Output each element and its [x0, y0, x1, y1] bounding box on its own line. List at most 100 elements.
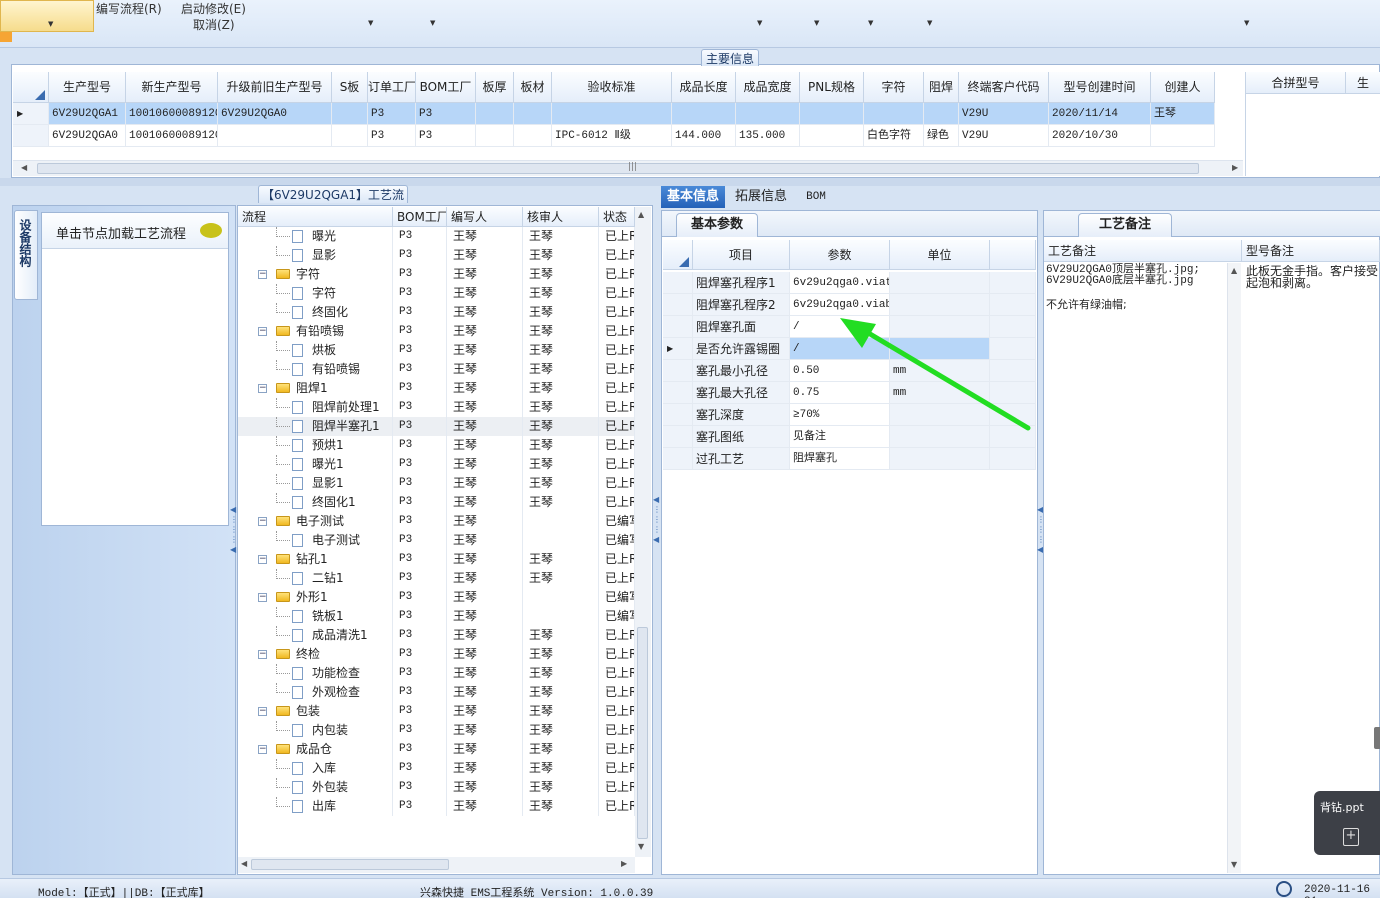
- column-header[interactable]: 核审人: [523, 207, 599, 227]
- tree-row[interactable]: −成品仓P3王琴王琴已上RA: [238, 740, 635, 759]
- param-value[interactable]: 6v29u2qga0.viat: [790, 272, 890, 294]
- file-popup[interactable]: 背钻.ppt +: [1314, 791, 1380, 855]
- tree-row[interactable]: −有铅喷锡P3王琴王琴已上RA: [238, 322, 635, 341]
- toolbar-selected-box[interactable]: [0, 0, 94, 32]
- column-header[interactable]: 终端客户代码: [959, 72, 1049, 103]
- table-cell[interactable]: 10010600089120: [126, 125, 218, 147]
- tree-row[interactable]: −字符P3王琴王琴已上RA: [238, 265, 635, 284]
- tree-node[interactable]: 铣板1: [238, 607, 393, 626]
- collapse-icon[interactable]: −: [258, 384, 267, 393]
- collapse-icon[interactable]: −: [258, 517, 267, 526]
- side-handle[interactable]: [1374, 727, 1380, 749]
- menu-cancel[interactable]: 取消(Z): [193, 16, 235, 33]
- row-indicator[interactable]: [663, 294, 693, 316]
- tree-node[interactable]: − 阻焊1: [238, 379, 393, 398]
- column-header[interactable]: 流程: [238, 207, 393, 227]
- menu-start-modify[interactable]: 启动修改(E): [181, 0, 246, 17]
- column-header[interactable]: 新生产型号: [126, 72, 218, 103]
- tree-row[interactable]: −阻焊1P3王琴王琴已上RA: [238, 379, 635, 398]
- table-cell[interactable]: 144.000: [672, 125, 736, 147]
- process-hscrollbar[interactable]: ◀ ▶: [238, 857, 635, 873]
- table-cell[interactable]: [736, 103, 800, 125]
- chevron-down-icon[interactable]: ▼: [430, 19, 435, 27]
- column-header[interactable]: BOM工厂: [393, 207, 447, 227]
- tree-node[interactable]: 曝光1: [238, 455, 393, 474]
- row-indicator[interactable]: [663, 382, 693, 404]
- tree-node[interactable]: 预烘1: [238, 436, 393, 455]
- table-cell[interactable]: 2020/10/30: [1049, 125, 1151, 147]
- column-header[interactable]: 成品长度: [672, 72, 736, 103]
- table-cell[interactable]: [332, 125, 368, 147]
- tree-node[interactable]: − 有铅喷锡: [238, 322, 393, 341]
- tree-node[interactable]: 阻焊半塞孔1: [238, 417, 393, 436]
- tree-row[interactable]: 电子测试 P3王琴 已编写: [238, 531, 635, 550]
- table-cell[interactable]: P3: [368, 125, 416, 147]
- scroll-up-icon[interactable]: ▲: [1231, 266, 1237, 275]
- table-cell[interactable]: [924, 103, 959, 125]
- scroll-right-icon[interactable]: ▶: [621, 859, 627, 868]
- column-header[interactable]: PNL规格: [800, 72, 864, 103]
- tree-row[interactable]: 有铅喷锡P3王琴王琴已上RA: [238, 360, 635, 379]
- tree-row[interactable]: 曝光P3王琴王琴已上RA: [238, 227, 635, 246]
- tree-row[interactable]: 内包装P3王琴王琴已上RA: [238, 721, 635, 740]
- scroll-thumb[interactable]: [251, 859, 449, 870]
- table-cell[interactable]: 2020/11/14: [1049, 103, 1151, 125]
- tree-row[interactable]: 预烘1P3王琴王琴已上RA: [238, 436, 635, 455]
- table-cell[interactable]: IPC-6012 Ⅱ级: [552, 125, 672, 147]
- row-indicator[interactable]: [663, 448, 693, 470]
- tab-process-notes[interactable]: 工艺备注: [1078, 213, 1172, 237]
- side-splitter[interactable]: ◀ ⋮ ⋮ ⋮ ◀: [230, 505, 238, 575]
- collapse-icon[interactable]: −: [258, 707, 267, 716]
- column-header[interactable]: 状态: [599, 207, 635, 227]
- scroll-thumb[interactable]: |||: [37, 162, 1199, 174]
- tree-row[interactable]: − 外形1 P3王琴 已编写: [238, 588, 635, 607]
- tree-row[interactable]: −终检P3王琴王琴已上RA: [238, 645, 635, 664]
- table-cell[interactable]: 6V29U2QGA1: [49, 103, 126, 125]
- tree-row[interactable]: 入库P3王琴王琴已上RA: [238, 759, 635, 778]
- table-cell[interactable]: [514, 103, 552, 125]
- column-header[interactable]: 成品宽度: [736, 72, 800, 103]
- chevron-down-icon[interactable]: ▼: [927, 19, 932, 27]
- tree-row[interactable]: 显影P3王琴王琴已上RA: [238, 246, 635, 265]
- tree-node[interactable]: 外观检查: [238, 683, 393, 702]
- tree-node[interactable]: 外包装: [238, 778, 393, 797]
- chevron-down-icon[interactable]: ▼: [757, 19, 762, 27]
- chevron-down-icon[interactable]: ▼: [1244, 19, 1249, 27]
- scroll-down-icon[interactable]: ▼: [638, 842, 644, 851]
- column-header[interactable]: 型号创建时间: [1049, 72, 1151, 103]
- column-header[interactable]: 板材: [514, 72, 552, 103]
- tree-row[interactable]: 二钻1P3王琴王琴已上RA: [238, 569, 635, 588]
- tab-basic-params[interactable]: 基本参数: [676, 213, 758, 237]
- table-cell[interactable]: P3: [368, 103, 416, 125]
- column-header[interactable]: 订单工厂: [368, 72, 416, 103]
- tree-row[interactable]: −钻孔1P3王琴王琴已上RA: [238, 550, 635, 569]
- table-cell[interactable]: 135.000: [736, 125, 800, 147]
- table-cell[interactable]: P3: [416, 125, 476, 147]
- column-header[interactable]: 项目: [693, 240, 790, 270]
- tree-row[interactable]: − 电子测试 P3王琴 已编写: [238, 512, 635, 531]
- tree-node[interactable]: 出库: [238, 797, 393, 816]
- column-header[interactable]: 编写人: [447, 207, 523, 227]
- load-flow-hint[interactable]: 单击节点加载工艺流程: [42, 213, 228, 249]
- chevron-down-icon[interactable]: ▼: [868, 19, 873, 27]
- table-cell[interactable]: P3: [416, 103, 476, 125]
- tree-row[interactable]: 外观检查P3王琴王琴已上RA: [238, 683, 635, 702]
- collapse-icon[interactable]: −: [258, 745, 267, 754]
- tree-row[interactable]: −包装P3王琴王琴已上RA: [238, 702, 635, 721]
- column-header[interactable]: BOM工厂: [416, 72, 476, 103]
- tree-row[interactable]: 终固化1P3王琴王琴已上RA: [238, 493, 635, 512]
- tree-node[interactable]: 终固化: [238, 303, 393, 322]
- chevron-down-icon[interactable]: ▼: [814, 19, 819, 27]
- param-value[interactable]: 阻焊塞孔: [790, 448, 890, 470]
- tree-node[interactable]: − 外形1: [238, 588, 393, 607]
- table-cell[interactable]: [1151, 125, 1215, 147]
- tree-row[interactable]: 终固化P3王琴王琴已上RA: [238, 303, 635, 322]
- scroll-left-icon[interactable]: ◀: [21, 163, 27, 172]
- tree-node[interactable]: 电子测试: [238, 531, 393, 550]
- model-notes-text[interactable]: 此板无金手指。客户接受 起泡和剥离。: [1246, 265, 1380, 325]
- collapse-icon[interactable]: −: [258, 555, 267, 564]
- column-header[interactable]: 参数: [790, 240, 890, 270]
- tree-row[interactable]: 曝光1P3王琴王琴已上RA: [238, 455, 635, 474]
- table-cell[interactable]: [864, 103, 924, 125]
- table-cell[interactable]: [800, 125, 864, 147]
